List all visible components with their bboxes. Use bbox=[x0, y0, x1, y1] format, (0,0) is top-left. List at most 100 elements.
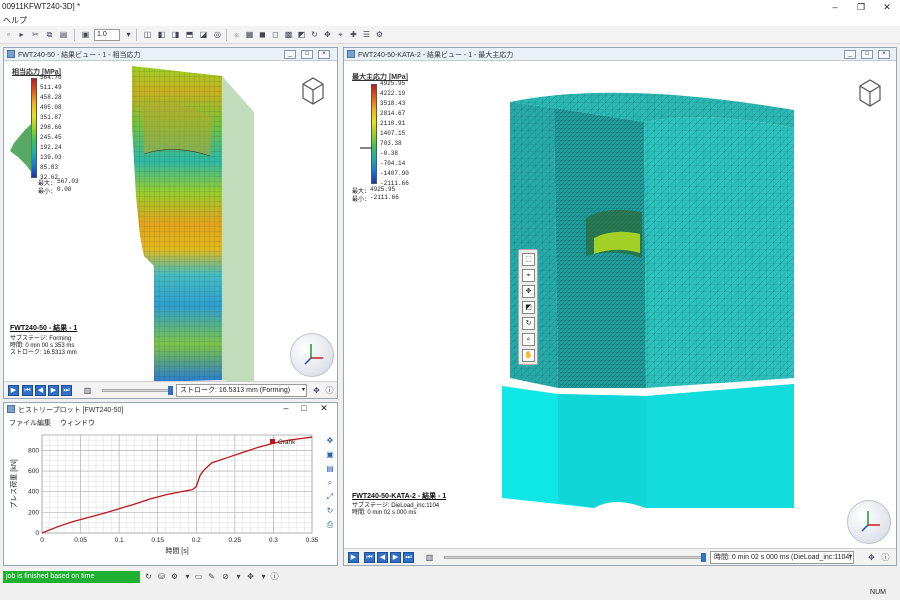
x-tick-label: 0 bbox=[40, 537, 44, 544]
plot-refresh-icon[interactable]: ↻ bbox=[324, 505, 336, 517]
zoom-dropdown-icon[interactable]: ▾ bbox=[123, 29, 134, 40]
x-tick-label: 0.1 bbox=[115, 537, 124, 544]
record-icon[interactable]: ▥ bbox=[424, 552, 435, 563]
plot-menu-edit[interactable]: 編集 bbox=[37, 418, 51, 428]
plot-copy-icon[interactable]: ▣ bbox=[324, 449, 336, 461]
step-select[interactable]: ストローク: 16.5313 mm (Forming) ▾ bbox=[176, 384, 307, 397]
restore-icon[interactable]: ❐ bbox=[848, 0, 874, 14]
maximize-icon[interactable]: □ bbox=[861, 50, 873, 59]
move-icon[interactable]: ✥ bbox=[522, 285, 535, 298]
help-icon[interactable]: ⓘ bbox=[269, 571, 280, 582]
minimize-icon[interactable]: _ bbox=[844, 50, 856, 59]
axis-triad[interactable] bbox=[290, 333, 334, 377]
legend-icon[interactable]: ☰ bbox=[361, 29, 372, 40]
legend-tick-label: 4925.95 bbox=[380, 80, 406, 87]
menu-help[interactable]: ヘルプ bbox=[3, 15, 27, 26]
close-icon[interactable]: ✕ bbox=[318, 404, 330, 414]
maximize-icon[interactable]: □ bbox=[301, 50, 313, 59]
chevron-down-icon[interactable]: ▾ bbox=[182, 571, 193, 582]
database-icon[interactable]: ⛁ bbox=[156, 571, 167, 582]
view-front-icon[interactable]: ◧ bbox=[156, 29, 167, 40]
tools-icon[interactable]: ✥ bbox=[866, 552, 877, 563]
minimize-icon[interactable]: _ bbox=[284, 50, 296, 59]
step-forward-icon[interactable]: ▶ bbox=[390, 552, 401, 563]
step-slider-thumb[interactable] bbox=[701, 553, 706, 562]
section-icon[interactable]: ◩ bbox=[522, 301, 535, 314]
measure-icon[interactable]: ⌖ bbox=[522, 269, 535, 282]
close-icon[interactable]: × bbox=[318, 50, 330, 59]
cut-icon[interactable]: ✂ bbox=[30, 29, 41, 40]
view-cube-icon[interactable] bbox=[856, 78, 884, 108]
plot-menu-file[interactable]: ファイル bbox=[9, 418, 37, 428]
pencil-icon[interactable]: ✎ bbox=[206, 571, 217, 582]
view-iso-icon[interactable]: ◪ bbox=[198, 29, 209, 40]
step-slider[interactable] bbox=[444, 556, 702, 559]
tools-icon[interactable]: ✥ bbox=[311, 385, 322, 396]
stop-icon[interactable]: ⊘ bbox=[220, 571, 231, 582]
plot-menu-window[interactable]: ウィンドウ bbox=[60, 418, 95, 428]
last-frame-icon[interactable]: ⏭ bbox=[61, 385, 72, 396]
plot-save-icon[interactable]: ▤ bbox=[324, 463, 336, 475]
measure-icon[interactable]: ⌖ bbox=[335, 29, 346, 40]
plot-zoom-icon[interactable]: ⌕ bbox=[324, 477, 336, 489]
zoom-icon[interactable]: ⌕ bbox=[522, 333, 535, 346]
play-icon[interactable]: ▶ bbox=[348, 552, 359, 563]
settings-icon[interactable]: ⚙ bbox=[374, 29, 385, 40]
view-top-icon[interactable]: ⬒ bbox=[184, 29, 195, 40]
shade-icon[interactable]: ◼ bbox=[257, 29, 268, 40]
rotate-icon[interactable]: ↻ bbox=[522, 317, 535, 330]
step-forward-icon[interactable]: ▶ bbox=[48, 385, 59, 396]
copy-icon[interactable]: ⧉ bbox=[44, 29, 55, 40]
maximize-icon[interactable]: □ bbox=[298, 404, 310, 414]
view-cube-icon[interactable]: ◫ bbox=[142, 29, 153, 40]
step-back-icon[interactable]: ◀ bbox=[35, 385, 46, 396]
folder-icon[interactable]: ▭ bbox=[193, 571, 204, 582]
pan-icon[interactable]: ✋ bbox=[522, 349, 535, 362]
legend-label: Crank bbox=[278, 439, 296, 446]
light-icon[interactable]: ☼ bbox=[231, 29, 242, 40]
help-icon[interactable]: ⓘ bbox=[324, 385, 335, 396]
view-side-icon[interactable]: ◨ bbox=[170, 29, 181, 40]
first-frame-icon[interactable]: ⏮ bbox=[22, 385, 33, 396]
view-fit-icon[interactable]: ◎ bbox=[212, 29, 223, 40]
close-icon[interactable]: × bbox=[878, 50, 890, 59]
step-slider-thumb[interactable] bbox=[168, 386, 173, 395]
rotate-icon[interactable]: ↻ bbox=[309, 29, 320, 40]
right-window-title: FWT240-50-KATA-2 - 結果ビュー - 1 - 最大主応力 bbox=[358, 52, 514, 59]
new-icon[interactable]: ▫ bbox=[3, 29, 14, 40]
step-back-icon[interactable]: ◀ bbox=[377, 552, 388, 563]
open-icon[interactable]: ▸ bbox=[16, 29, 27, 40]
minimize-icon[interactable]: – bbox=[822, 0, 848, 14]
chevron-down-icon[interactable]: ▾ bbox=[258, 571, 269, 582]
plot-print-icon[interactable]: ⎙ bbox=[324, 519, 336, 531]
step-slider[interactable] bbox=[102, 389, 170, 392]
refresh-icon[interactable]: ↻ bbox=[143, 571, 154, 582]
first-frame-icon[interactable]: ⏮ bbox=[364, 552, 375, 563]
axis-triad[interactable] bbox=[847, 500, 891, 544]
tools-icon[interactable]: ✥ bbox=[245, 571, 256, 582]
mesh-icon[interactable]: ▦ bbox=[244, 29, 255, 40]
plot-tool-icon[interactable]: ✥ bbox=[324, 435, 336, 447]
legend-tick-label: 1407.15 bbox=[380, 130, 406, 137]
section-icon[interactable]: ◩ bbox=[296, 29, 307, 40]
help-icon[interactable]: ⓘ bbox=[880, 552, 891, 563]
print-icon[interactable]: ▣ bbox=[80, 29, 91, 40]
select-icon[interactable]: ⬚ bbox=[522, 253, 535, 266]
plot-fit-icon[interactable]: ⤢ bbox=[324, 491, 336, 503]
play-icon[interactable]: ▶ bbox=[8, 385, 19, 396]
last-frame-icon[interactable]: ⏭ bbox=[403, 552, 414, 563]
contour-icon[interactable]: ▩ bbox=[283, 29, 294, 40]
chevron-down-icon[interactable]: ▾ bbox=[233, 571, 244, 582]
step-select[interactable]: 時間: 0 min 02 s 000 ms (DieLoad_inc:1104)… bbox=[710, 551, 854, 564]
edge-icon[interactable]: ◻ bbox=[270, 29, 281, 40]
zoom-input[interactable]: 1.0 bbox=[94, 29, 120, 41]
record-icon[interactable]: ▥ bbox=[82, 385, 93, 396]
close-icon[interactable]: ✕ bbox=[874, 0, 900, 14]
view-cube-icon[interactable] bbox=[299, 76, 327, 106]
probe-icon[interactable]: ✚ bbox=[348, 29, 359, 40]
pan-icon[interactable]: ✥ bbox=[322, 29, 333, 40]
gear-icon[interactable]: ⚙ bbox=[169, 571, 180, 582]
minimize-icon[interactable]: – bbox=[280, 404, 292, 414]
legend-tick-label: 192.24 bbox=[40, 144, 62, 151]
paste-icon[interactable]: ▤ bbox=[58, 29, 69, 40]
